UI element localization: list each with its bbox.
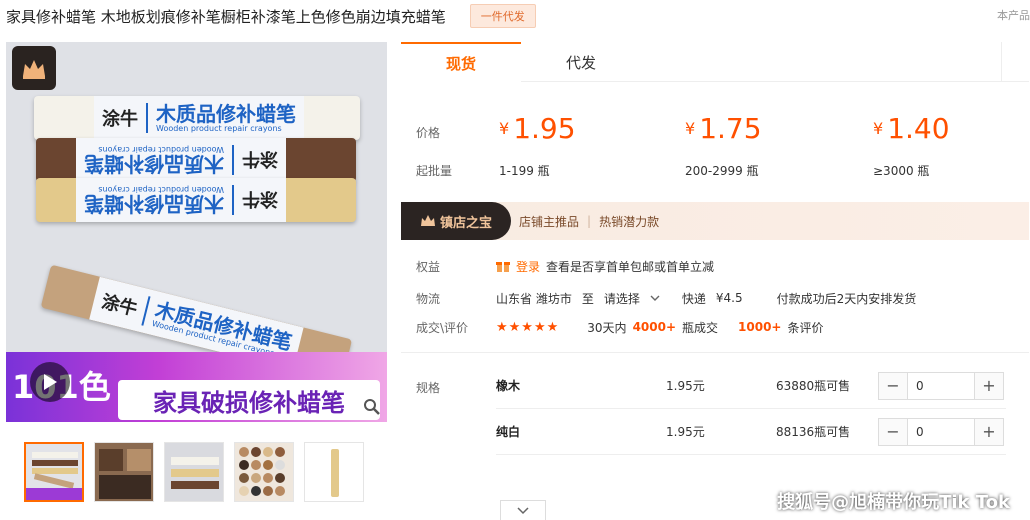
title-row: 家具修补蜡笔 木地板划痕修补笔橱柜补漆笔上色修色崩边填充蜡笔 一件代发 [6, 4, 536, 28]
price-label: 价格 [416, 126, 441, 140]
login-link[interactable]: 登录 [516, 258, 540, 275]
crown-icon [12, 46, 56, 90]
chevron-down-icon[interactable] [650, 294, 660, 302]
spec-label: 规格 [416, 381, 441, 395]
slogan: 家具破损修补蜡笔 [118, 380, 380, 420]
thumbnail-2[interactable] [94, 442, 154, 502]
benefits-text: 查看是否享首单包邮或首单立减 [546, 259, 715, 274]
play-video-button[interactable] [30, 362, 70, 402]
tab-dropship[interactable]: 代发 [521, 42, 641, 82]
zoom-icon[interactable] [361, 396, 383, 418]
decrement-button[interactable]: − [879, 418, 907, 445]
stock-tabs: 现货 代发 [401, 42, 1029, 82]
increment-button[interactable]: + [975, 372, 1003, 399]
spec-row: 纯白 1.95元 88136瓶可售 − + [496, 409, 1006, 455]
main-product-image[interactable]: 涂牛 木质品修补蜡笔 Wooden product repair crayons … [6, 42, 387, 422]
price-tier-2: ¥1.75 [685, 112, 762, 145]
decrement-button[interactable]: − [879, 372, 907, 399]
crayon-brown: 涂牛 木质品修补蜡笔 Wooden product repair crayons [36, 138, 356, 182]
treasure-item-1: 店铺主推品 [519, 214, 580, 229]
thumbnail-3[interactable] [164, 442, 224, 502]
thumbnail-strip [24, 442, 364, 502]
thumbnail-4[interactable] [234, 442, 294, 502]
price-tier-3: ¥1.40 [873, 112, 950, 145]
expand-specs-button[interactable] [500, 500, 546, 520]
price-tier-1: ¥1.95 [499, 112, 576, 145]
product-title: 家具修补蜡笔 木地板划痕修补笔橱柜补漆笔上色修色崩边填充蜡笔 [6, 7, 446, 26]
spec-price: 1.95元 [666, 379, 705, 393]
quantity-input[interactable] [907, 418, 975, 445]
watermark: 搜狐号@旭楠带你玩Tik Tok [777, 492, 1010, 513]
crayon-white: 涂牛 木质品修补蜡笔 Wooden product repair crayons [34, 96, 360, 140]
treasure-item-2: 热销潜力款 [599, 214, 660, 229]
origin: 山东省 潍坊市 [496, 291, 572, 306]
spec-stock: 63880瓶可售 [776, 379, 851, 393]
price-box: 价格 起批量 ¥1.95 ¥1.75 ¥1.40 1-199 瓶 200-299… [401, 92, 1029, 202]
crayon-yellow: 涂牛 木质品修补蜡笔 Wooden product repair crayons [36, 178, 356, 222]
tab-in-stock[interactable]: 现货 [401, 42, 521, 82]
gift-icon [496, 262, 510, 272]
quantity-stepper: − + [878, 371, 1004, 400]
spec-stock: 88136瓶可售 [776, 425, 851, 439]
crayon-label: 木质品修补蜡笔 Wooden product repair crayons [146, 102, 296, 134]
spec-row: 橡木 1.95元 63880瓶可售 − + [496, 363, 1006, 409]
top-right-note: 本产品 [997, 9, 1030, 22]
increment-button[interactable]: + [975, 418, 1003, 445]
spec-name: 橡木 [496, 379, 521, 393]
spec-price: 1.95元 [666, 425, 705, 439]
spec-name: 纯白 [496, 425, 521, 439]
rating-stars: ★★★★★ [496, 319, 560, 335]
quantity-input[interactable] [907, 372, 975, 399]
review-count[interactable]: 1000+ [738, 320, 781, 334]
crayon-brand: 涂牛 [102, 109, 138, 130]
chevron-down-icon [517, 506, 529, 514]
treasure-tag: 镇店之宝 [401, 202, 511, 240]
dropship-badge[interactable]: 一件代发 [469, 4, 536, 28]
destination-select[interactable]: 请选择 [604, 290, 640, 307]
crown-icon [420, 215, 435, 226]
range-tier-1: 1-199 瓶 [499, 164, 550, 178]
moq-label: 起批量 [416, 164, 453, 178]
thumbnail-1[interactable] [24, 442, 84, 502]
quantity-stepper: − + [878, 417, 1004, 446]
tabs-edge [1001, 42, 1029, 82]
thumbnail-5[interactable] [304, 442, 364, 502]
store-treasure-bar: 镇店之宝 店铺主推品 | 热销潜力款 [401, 202, 1029, 240]
range-tier-2: 200-2999 瓶 [685, 164, 759, 178]
range-tier-3: ≥3000 瓶 [873, 164, 930, 178]
sold-count: 4000+ [632, 320, 677, 334]
